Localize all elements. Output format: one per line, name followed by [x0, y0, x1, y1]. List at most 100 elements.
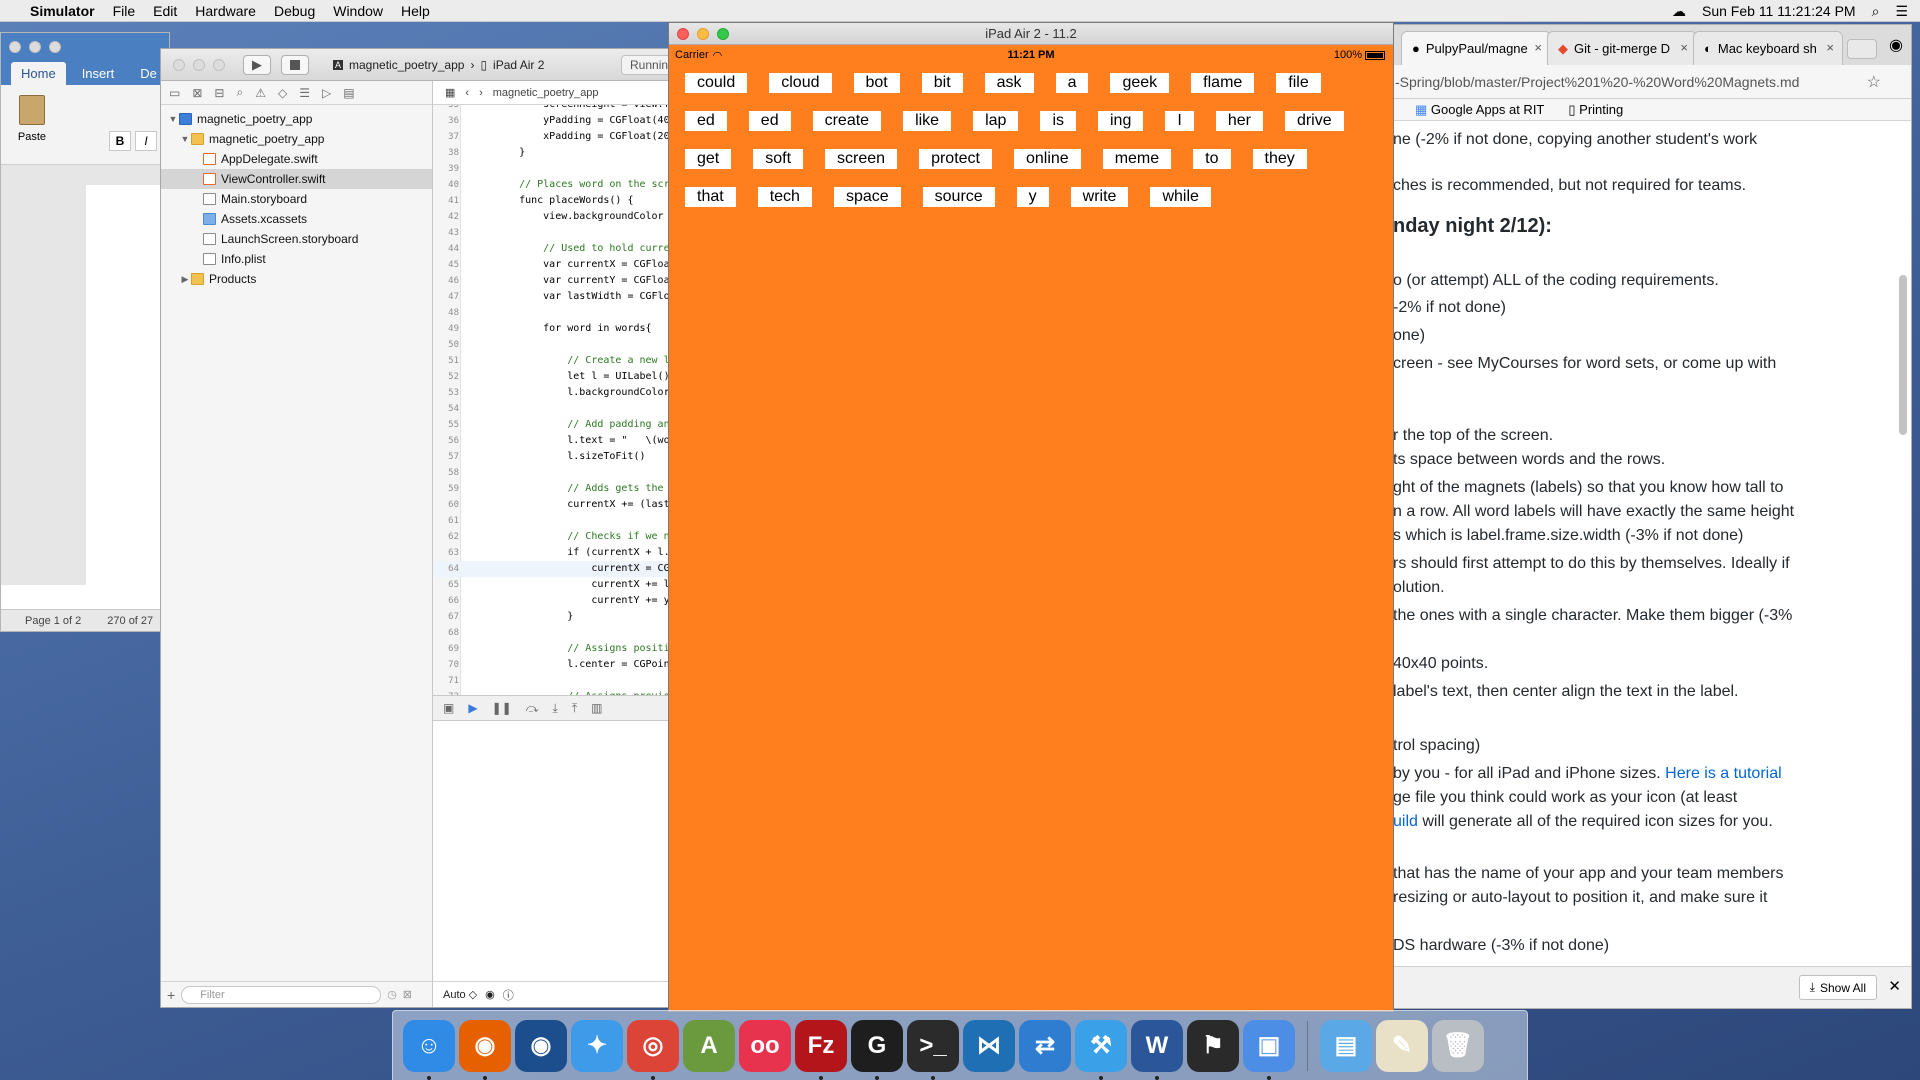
code-line[interactable]: 43: [433, 225, 679, 241]
word-tab-home[interactable]: Home: [11, 62, 66, 85]
chrome-url[interactable]: -Spring/blob/master/Project%201%20-%20Wo…: [1395, 74, 1799, 90]
filter-input[interactable]: Filter: [181, 985, 382, 1004]
word-magnet[interactable]: ing: [1098, 111, 1144, 131]
dock-acrobat-icon[interactable]: ⚑: [1187, 1019, 1239, 1072]
report-icon[interactable]: ▤: [343, 86, 354, 100]
tree-item-launchscreen[interactable]: LaunchScreen.storyboard: [161, 229, 432, 249]
spotlight-icon[interactable]: ⌕: [1872, 3, 1880, 20]
symbol-icon[interactable]: ⊟: [214, 86, 224, 100]
code-line[interactable]: 49 for word in words{: [433, 321, 679, 337]
disclosure-triangle-icon[interactable]: ▶: [179, 274, 191, 285]
scm-filter-icon[interactable]: ⊠: [403, 988, 412, 1001]
word-magnet[interactable]: geek: [1110, 73, 1170, 93]
test-icon[interactable]: ◇: [278, 86, 287, 100]
dock-terminal-icon[interactable]: >_: [907, 1019, 959, 1080]
code-line[interactable]: 66 currentY += y: [433, 593, 679, 609]
xcode-zoom-button[interactable]: [213, 59, 225, 71]
word-magnet[interactable]: is: [1040, 111, 1076, 131]
tree-item-viewcontroller[interactable]: ViewController.swift: [161, 169, 432, 189]
forward-icon[interactable]: ›: [479, 87, 483, 99]
word-magnet[interactable]: write: [1070, 187, 1129, 207]
word-magnet[interactable]: protect: [919, 149, 992, 169]
word-magnet[interactable]: screen: [825, 149, 898, 169]
word-paste-button[interactable]: Paste: [15, 95, 49, 143]
word-magnet[interactable]: they: [1252, 149, 1307, 169]
show-all-downloads-button[interactable]: ⤓ Show All: [1798, 975, 1877, 1000]
chrome-tab-mac-keyboard[interactable]: ◐ Mac keyboard sh ×: [1693, 31, 1843, 65]
step-out-icon[interactable]: ⤒: [572, 701, 577, 716]
bookmark-printing[interactable]: ▯ Printing: [1568, 102, 1623, 118]
word-magnet[interactable]: lap: [973, 111, 1019, 131]
menu-help[interactable]: Help: [401, 3, 430, 19]
close-icon[interactable]: ×: [1680, 40, 1688, 55]
folder-icon[interactable]: ▭: [169, 86, 180, 100]
issue-icon[interactable]: ⚠: [255, 86, 266, 100]
dock-firefox-icon[interactable]: ◉: [459, 1019, 511, 1080]
code-line[interactable]: 52 let l = UILabel(): [433, 369, 679, 385]
word-magnet[interactable]: that: [685, 187, 736, 207]
add-icon[interactable]: +: [167, 987, 175, 1003]
word-magnet[interactable]: get: [685, 149, 732, 169]
dock-chrome-icon[interactable]: ◎: [627, 1019, 679, 1080]
simulator-close-button[interactable]: [677, 28, 689, 40]
word-magnet[interactable]: file: [1276, 73, 1321, 93]
code-line[interactable]: 63 if (currentX + l.: [433, 545, 679, 561]
code-line[interactable]: 51 // Create a new la: [433, 353, 679, 369]
menu-list-icon[interactable]: ☰: [1895, 3, 1908, 20]
tree-item-project[interactable]: ▼ magnetic_poetry_app: [161, 109, 432, 129]
menu-hardware[interactable]: Hardware: [195, 3, 256, 19]
close-icon[interactable]: ×: [1534, 40, 1542, 55]
code-line[interactable]: 59 // Adds gets the: [433, 481, 679, 497]
simulator-minimize-button[interactable]: [697, 28, 709, 40]
creative-cloud-icon[interactable]: ☁: [1672, 3, 1686, 20]
code-line[interactable]: 64 currentX = CGF: [433, 561, 679, 577]
breakpoint-icon[interactable]: ▷: [322, 86, 331, 100]
code-line[interactable]: 39: [433, 161, 679, 177]
profile-icon[interactable]: ◉: [1889, 35, 1903, 55]
code-line[interactable]: 50: [433, 337, 679, 353]
code-line[interactable]: 70 l.center = CGPoint: [433, 657, 679, 673]
new-tab-button[interactable]: [1847, 39, 1877, 59]
code-line[interactable]: 46 var currentY = CGFloat: [433, 273, 679, 289]
scheme-selector[interactable]: A magnetic_poetry_app › ▯ iPad Air 2: [333, 55, 544, 75]
code-line[interactable]: 48: [433, 305, 679, 321]
close-icon[interactable]: ×: [1826, 40, 1834, 55]
dock-word-icon[interactable]: W: [1131, 1019, 1183, 1080]
dock-gitkraken-icon[interactable]: G: [851, 1019, 903, 1080]
step-over-icon[interactable]: ⤼: [526, 701, 539, 716]
word-magnet[interactable]: cloud: [769, 73, 832, 93]
word-magnet[interactable]: online: [1014, 149, 1081, 169]
dock-trash-icon[interactable]: 🗑: [1432, 1019, 1484, 1072]
code-line[interactable]: 40 // Places word on the scr: [433, 177, 679, 193]
word-magnet[interactable]: tech: [757, 187, 812, 207]
info-icon[interactable]: ⓘ: [503, 987, 514, 1003]
code-line[interactable]: 53 l.backgroundColor: [433, 385, 679, 401]
menu-file[interactable]: File: [113, 3, 136, 19]
code-line[interactable]: 37 xPadding = CGFloat(20: [433, 129, 679, 145]
code-line[interactable]: 61: [433, 513, 679, 529]
menu-app-name[interactable]: Simulator: [30, 3, 95, 19]
bookmark-star-icon[interactable]: ☆: [1867, 72, 1881, 92]
scheme-device[interactable]: iPad Air 2: [493, 58, 544, 72]
dock-document-icon[interactable]: ✎: [1376, 1019, 1428, 1072]
word-document-area[interactable]: [1, 165, 171, 585]
build-link[interactable]: uild: [1393, 813, 1418, 830]
word-magnet[interactable]: while: [1150, 187, 1211, 207]
stop-button[interactable]: [281, 55, 309, 75]
code-line[interactable]: 69 // Assigns positi: [433, 641, 679, 657]
variables-scope-select[interactable]: Auto ◇: [443, 988, 477, 1001]
run-button[interactable]: ▶: [243, 55, 271, 75]
dock-simulator-icon[interactable]: ▣: [1243, 1019, 1295, 1080]
tree-item-main-storyboard[interactable]: Main.storyboard: [161, 189, 432, 209]
word-close-button[interactable]: [9, 41, 21, 53]
code-line[interactable]: 54: [433, 401, 679, 417]
tree-item-products[interactable]: ▶ Products: [161, 269, 432, 289]
code-line[interactable]: 68: [433, 625, 679, 641]
word-magnet[interactable]: like: [903, 111, 952, 131]
word-magnet[interactable]: to: [1193, 149, 1231, 169]
code-area[interactable]: 35 screenHeight = view.f36 yPadding = CG…: [433, 105, 679, 695]
code-line[interactable]: 45 var currentX = CGFloat: [433, 257, 679, 273]
dock-vscode-icon[interactable]: ⋈: [963, 1019, 1015, 1072]
code-line[interactable]: 60 currentX += (lastW: [433, 497, 679, 513]
word-zoom-button[interactable]: [49, 41, 61, 53]
